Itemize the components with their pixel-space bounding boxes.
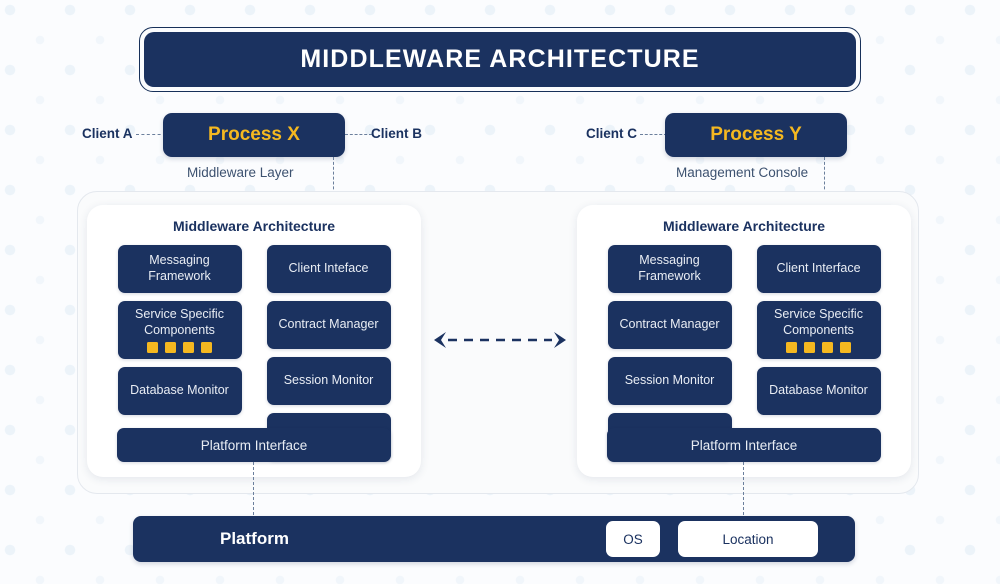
component-label: Session Monitor [624,373,715,388]
middleware-panel-right: Middleware Architecture Messaging Framew… [577,205,911,477]
platform-chip-location[interactable]: Location [678,521,818,557]
platform-chip-os[interactable]: OS [606,521,660,557]
component-box[interactable]: Service Specific Components [756,301,881,359]
connector-client-c-to-process-y [640,134,667,135]
management-console-caption: Management Console [676,165,809,180]
component-box[interactable]: Contract Manager [266,301,391,349]
platform-chip-label: Location [722,531,774,547]
client-b-label: Client B [371,126,423,141]
status-square-icon [165,342,176,354]
component-label: Database Monitor [130,383,229,398]
connector-panel-left-to-platform [253,462,254,520]
status-squares [147,342,212,354]
status-square-icon [786,342,797,354]
component-box[interactable]: Database Monitor [117,367,242,415]
component-box[interactable]: Client Interface [756,245,881,293]
panel-right-title: Middleware Architecture [662,218,826,234]
component-box[interactable]: Session Monitor [607,357,732,405]
platform-label: Platform [220,529,289,548]
component-label: Client Interface [776,261,861,276]
component-box[interactable]: Messaging Framework [607,245,732,293]
bidirectional-dashed-arrow-icon [434,332,566,348]
component-box[interactable]: Client Inteface [266,245,391,293]
connector-panel-right-to-platform [743,462,744,520]
process-x-label: Process X [208,124,300,145]
status-square-icon [804,342,815,354]
component-label: Service Specific Components [135,306,224,337]
status-square-icon [840,342,851,354]
process-y-label: Process Y [710,124,802,145]
component-box[interactable]: Service Specific Components [117,301,242,359]
status-squares [786,342,851,354]
component-box[interactable]: Messaging Framework [117,245,242,293]
platform-interface-left[interactable]: Platform Interface [117,428,391,462]
diagram-title-frame: MIDDLEWARE ARCHITECTURE [139,27,861,92]
platform-interface-label: Platform Interface [690,437,798,453]
component-label: Client Inteface [288,261,369,276]
platform-interface-label: Platform Interface [200,437,308,453]
client-c-label: Client C [586,126,638,141]
diagram-title-bar: MIDDLEWARE ARCHITECTURE [144,32,856,87]
status-square-icon [147,342,158,354]
component-label: Session Monitor [283,373,374,388]
connector-process-x-to-client-b [345,134,372,135]
status-square-icon [822,342,833,354]
middleware-layer-caption: Middleware Layer [187,165,294,180]
client-a-label: Client A [82,126,133,141]
component-label: Database Monitor [769,383,868,398]
component-box[interactable]: Contract Manager [607,301,732,349]
process-y-box[interactable]: Process Y [665,113,847,157]
middleware-panel-left: Middleware Architecture Messaging Framew… [87,205,421,477]
component-label: Messaging Framework [638,253,701,283]
component-label: Messaging Framework [148,253,211,283]
platform-chip-label: OS [623,531,643,547]
page-title: MIDDLEWARE ARCHITECTURE [300,45,700,73]
connector-client-a-to-process-x [136,134,166,135]
process-x-box[interactable]: Process X [163,113,345,157]
platform-interface-right[interactable]: Platform Interface [607,428,881,462]
component-box[interactable]: Session Monitor [266,357,391,405]
diagram-canvas: MIDDLEWARE ARCHITECTURE Client A Process… [0,0,1000,584]
component-label: Contract Manager [278,317,379,332]
status-square-icon [201,342,212,354]
platform-bar: Platform OS Location [133,516,855,562]
component-label: Contract Manager [619,317,720,332]
status-square-icon [183,342,194,354]
component-box[interactable]: Database Monitor [756,367,881,415]
component-label: Service Specific Components [774,306,863,337]
panel-left-title: Middleware Architecture [172,218,336,234]
